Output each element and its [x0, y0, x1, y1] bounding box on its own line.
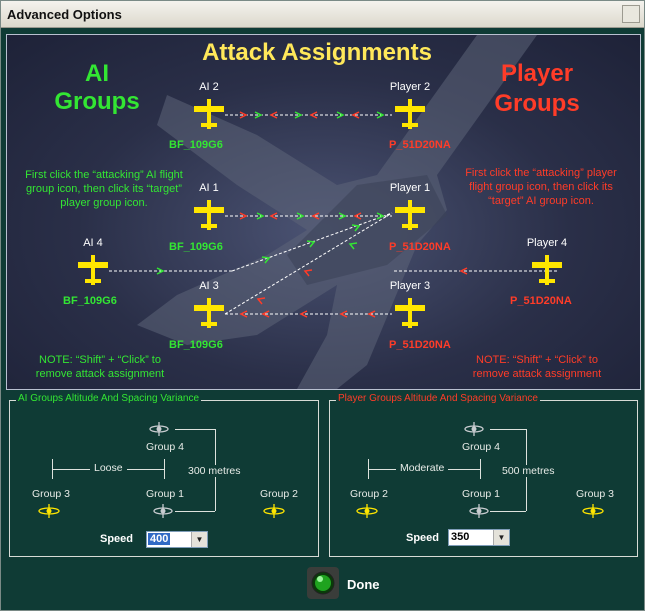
player-group-mid-label: Group 1 [462, 488, 500, 500]
formation-right-icon [582, 504, 604, 518]
ai-altitude-label: 300 metres [186, 465, 243, 477]
ai-group-right-label: Group 2 [260, 488, 298, 500]
plane-icon [78, 255, 108, 285]
player-group-label: Player 2 [389, 81, 431, 93]
plane-icon [395, 99, 425, 129]
player-variance-panel: Player Groups Altitude And Spacing Varia… [329, 393, 638, 557]
formation-right-icon [263, 504, 285, 518]
ai-speed-value: 400 [148, 533, 171, 545]
chevron-down-icon[interactable]: ▼ [191, 532, 207, 547]
ai-group-top-label: Group 4 [146, 441, 184, 453]
player-group-2[interactable]: Player 2 [385, 81, 435, 131]
player-speed-value: 350 [451, 531, 470, 543]
plane-icon [194, 200, 224, 230]
player-group-type: P_51D20NA [389, 339, 451, 351]
formation-left-icon [38, 504, 60, 518]
player-speed-select[interactable]: 350 ▼ [448, 529, 510, 546]
green-light-icon [311, 571, 335, 595]
player-group-left-label: Group 2 [350, 488, 388, 500]
player-group-top-label: Group 4 [462, 441, 500, 453]
connector [368, 459, 369, 479]
connector [175, 511, 215, 512]
ai-group-label: AI 3 [199, 280, 219, 292]
ai-speed-label: Speed [100, 533, 134, 545]
ai-group-type: BF_109G6 [169, 241, 223, 253]
plane-icon [194, 298, 224, 328]
ai-group-type: BF_109G6 [169, 139, 223, 151]
connector [52, 459, 53, 479]
player-group-1[interactable]: Player 1 [385, 182, 435, 232]
plane-icon [395, 298, 425, 328]
player-group-label: Player 3 [389, 280, 431, 292]
ai-variance-panel: AI Groups Altitude And Spacing Variance … [9, 393, 319, 557]
formation-mid-icon [469, 504, 489, 518]
connector [480, 459, 481, 479]
ai-group-left-label: Group 3 [32, 488, 70, 500]
ai-group-type: BF_109G6 [169, 339, 223, 351]
plane-icon [194, 99, 224, 129]
close-button[interactable] [622, 5, 640, 23]
done-button[interactable] [307, 567, 339, 599]
player-group-type: P_51D20NA [389, 241, 451, 253]
player-group-3[interactable]: Player 3 [385, 280, 435, 330]
attack-assignments-map: Attack Assignments AI Groups Player Grou… [6, 34, 641, 390]
plane-icon [532, 255, 562, 285]
ai-group-label: AI 1 [199, 182, 219, 194]
player-group-4[interactable]: Player 4 [517, 237, 577, 287]
player-speed-label: Speed [406, 532, 440, 544]
formation-top-icon [464, 422, 484, 436]
formation-top-icon [149, 422, 169, 436]
player-group-label: Player 4 [526, 237, 568, 249]
window-title: Advanced Options [7, 7, 122, 22]
title-bar: Advanced Options [1, 1, 644, 28]
ai-group-type: BF_109G6 [63, 295, 117, 307]
player-group-type: P_51D20NA [389, 139, 451, 151]
ai-group-2[interactable]: AI 2 [189, 81, 229, 131]
formation-mid-icon [153, 504, 173, 518]
ai-panel-legend: AI Groups Altitude And Spacing Variance [16, 393, 202, 404]
ai-group-4[interactable]: AI 4 [73, 237, 113, 287]
advanced-options-window: Advanced Options Attack Assignments AI G… [0, 0, 645, 611]
plane-icon [395, 200, 425, 230]
ai-speed-select[interactable]: 400 ▼ [146, 531, 208, 548]
connector [490, 511, 526, 512]
formation-left-icon [356, 504, 378, 518]
chevron-down-icon[interactable]: ▼ [493, 530, 509, 545]
player-spacing-label: Moderate [396, 462, 449, 474]
ai-spacing-label: Loose [90, 462, 127, 474]
ai-group-mid-label: Group 1 [146, 488, 184, 500]
player-group-right-label: Group 3 [576, 488, 614, 500]
attack-lines [109, 111, 557, 318]
ai-group-label: AI 2 [199, 81, 219, 93]
connector [175, 429, 215, 430]
ai-group-3[interactable]: AI 3 [189, 280, 229, 330]
player-group-type: P_51D20NA [510, 295, 572, 307]
ai-group-1[interactable]: AI 1 [189, 182, 229, 232]
player-panel-legend: Player Groups Altitude And Spacing Varia… [336, 393, 540, 404]
player-group-label: Player 1 [389, 182, 431, 194]
connector [164, 459, 165, 479]
player-altitude-label: 500 metres [500, 465, 557, 477]
ai-group-label: AI 4 [83, 237, 103, 249]
done-label[interactable]: Done [347, 577, 380, 592]
connector [490, 429, 526, 430]
